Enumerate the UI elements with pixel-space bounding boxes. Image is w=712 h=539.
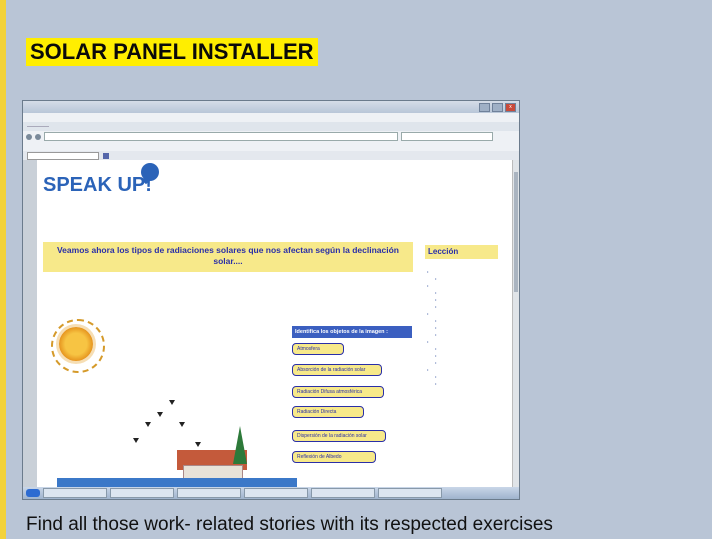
window-controls: x: [479, 103, 516, 112]
browser-scrollbar: [512, 160, 519, 487]
caption-text: Find all those work- related stories wit…: [26, 514, 553, 535]
arrow-icon: [169, 400, 175, 405]
sidebar-item: •: [435, 374, 437, 379]
browser-addressbar: [23, 131, 519, 142]
window-titlebar: x: [23, 101, 519, 113]
browser-search-field: [401, 132, 493, 141]
sidebar-item: •: [427, 269, 429, 274]
close-icon: x: [505, 103, 516, 112]
option-button: Reflexión de Albedo: [292, 451, 376, 463]
taskbar-item: [110, 488, 174, 498]
embedded-browser-screenshot: x SPEAK UP! Veamos ahora los tipos de ra…: [22, 100, 520, 500]
maximize-icon: [492, 103, 503, 112]
taskbar-item: [378, 488, 442, 498]
bookmarks-bar: [23, 142, 519, 151]
toolbar-icon: [103, 152, 109, 159]
toolbar-input: [27, 151, 99, 160]
lesson-banner: Veamos ahora los tipos de radiaciones so…: [43, 242, 413, 272]
ground-strip: [57, 478, 297, 487]
option-button: Absorción de la radiación solar: [292, 364, 382, 376]
lesson-title: Veamos ahora los tipos de radiaciones so…: [56, 245, 399, 266]
taskbar-item: [311, 488, 375, 498]
sidebar-item: •: [435, 290, 437, 295]
start-button-icon: [26, 489, 40, 497]
scrollbar-thumb: [514, 172, 518, 292]
left-accent-border: [0, 0, 6, 539]
back-icon: [26, 133, 32, 140]
windows-taskbar: [23, 487, 519, 499]
sidebar-item: •: [427, 311, 429, 316]
speech-bubble-icon: [141, 163, 159, 181]
tree-illustration: [233, 426, 247, 464]
option-button: Radiación Directa: [292, 406, 364, 418]
option-button: Dispersión de la radiación solar: [292, 430, 386, 442]
forward-icon: [35, 133, 41, 140]
arrow-icon: [179, 422, 185, 427]
sidebar-item: •: [427, 339, 429, 344]
sidebar-item: •: [435, 276, 437, 281]
sidebar-item: •: [435, 318, 437, 323]
sidebar-item: •: [435, 325, 437, 330]
taskbar-item: [43, 488, 107, 498]
minimize-icon: [479, 103, 490, 112]
sidebar-list: • • • • • • • • • • • • • • • • •: [427, 268, 497, 387]
sidebar-item: •: [435, 346, 437, 351]
sidebar-item: •: [435, 353, 437, 358]
arrow-icon: [195, 442, 201, 447]
sidebar-item: •: [435, 304, 437, 309]
sidebar-item: •: [427, 283, 429, 288]
taskbar-item: [177, 488, 241, 498]
arrow-icon: [133, 438, 139, 443]
browser-menubar: [23, 113, 519, 122]
option-button: Radiación Difusa atmosférica: [292, 386, 384, 398]
url-field: [44, 132, 398, 141]
browser-tabbar: [23, 122, 519, 131]
browser-viewport: SPEAK UP! Veamos ahora los tipos de radi…: [23, 160, 519, 487]
sun-illustration: [51, 319, 105, 373]
identify-title: Identifica los objetos de la imagen :: [292, 326, 412, 338]
sidebar-item: •: [427, 367, 429, 372]
arrow-icon: [157, 412, 163, 417]
taskbar-item: [244, 488, 308, 498]
page-title: SOLAR PANEL INSTALLER: [26, 38, 318, 66]
option-button: Atmosfera: [292, 343, 344, 355]
sidebar-header: Lección: [425, 245, 498, 259]
webpage-content: SPEAK UP! Veamos ahora los tipos de radi…: [37, 160, 513, 487]
arrow-icon: [145, 422, 151, 427]
sidebar-item: •: [435, 332, 437, 337]
sidebar-item: •: [435, 381, 437, 386]
speak-up-logo: SPEAK UP!: [43, 174, 152, 196]
sidebar-item: •: [435, 360, 437, 365]
sidebar-item: •: [435, 297, 437, 302]
browser-tab: [27, 126, 49, 127]
addon-toolbar: [23, 151, 519, 160]
